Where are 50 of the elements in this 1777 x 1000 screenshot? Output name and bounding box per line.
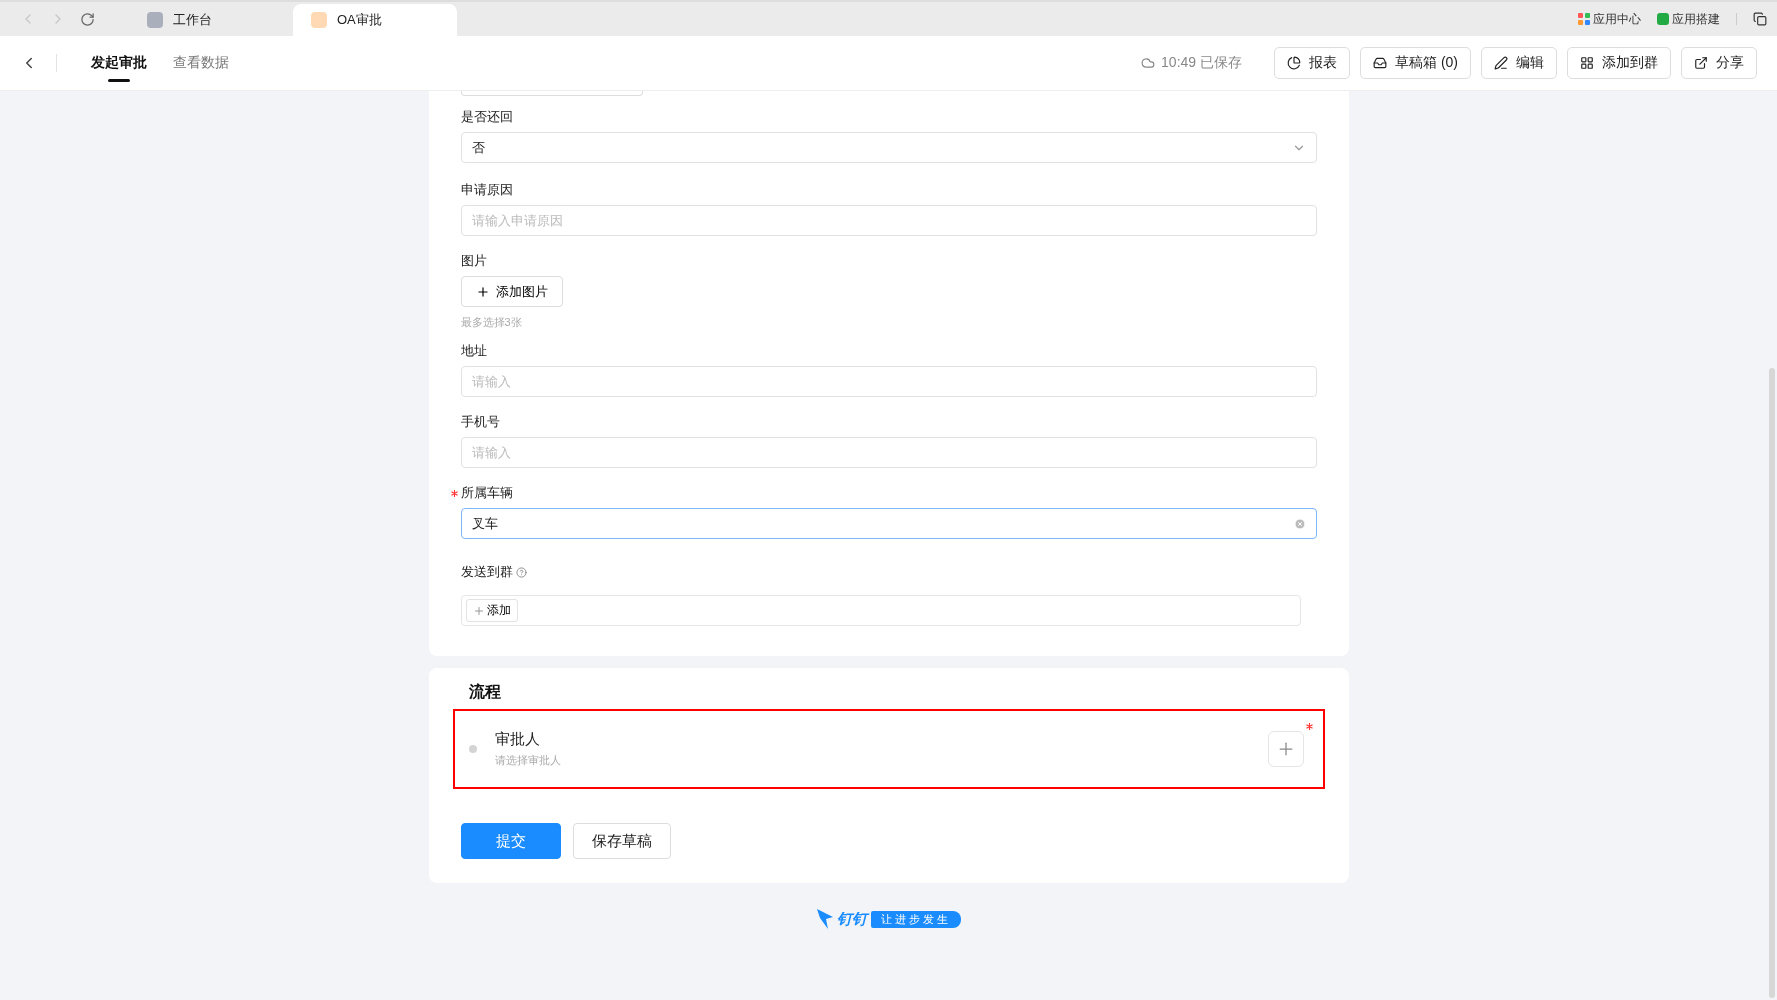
dot-icon: [468, 745, 477, 753]
field-label: 手机号: [460, 413, 500, 431]
input-field[interactable]: [460, 91, 643, 96]
save-draft-button[interactable]: 保存草稿: [572, 823, 671, 859]
hint-text: 最多选择3张: [460, 315, 523, 330]
approver-row[interactable]: 审批人 请选择审批人: [452, 709, 1325, 789]
share-icon: [1694, 56, 1708, 70]
add-approver-button[interactable]: [1267, 731, 1304, 767]
toolbar-button[interactable]: 添加到群: [1567, 47, 1671, 79]
pie-chart-icon: [1287, 56, 1301, 70]
field-label: 申请原因: [460, 181, 513, 199]
logo-icon: [816, 909, 833, 929]
toolbar-button[interactable]: 报表: [1274, 47, 1350, 79]
inbox-icon: [1373, 56, 1387, 70]
add-button[interactable]: 添加: [465, 599, 518, 622]
browser-tab[interactable]: OA审批: [293, 4, 457, 36]
required-icon: [1305, 723, 1313, 730]
browser-tab[interactable]: 工作台: [129, 4, 293, 36]
group-field[interactable]: 添加: [460, 595, 1301, 626]
field-label: 地址: [460, 342, 487, 360]
select-field[interactable]: 否: [460, 132, 1317, 163]
toolbar-button[interactable]: 编辑: [1481, 47, 1557, 79]
approver-placeholder: 请选择审批人: [494, 753, 561, 768]
app-link[interactable]: 应用搭建: [1657, 10, 1720, 28]
page-tab[interactable]: 查看数据: [173, 36, 229, 90]
plus-icon: [475, 284, 490, 299]
window-icon[interactable]: [1753, 12, 1767, 26]
field-label: 发送到群: [460, 563, 513, 581]
cloud-icon: [1141, 56, 1156, 70]
grid-icon: [1578, 13, 1590, 25]
required-icon: [450, 489, 458, 497]
add-image-button[interactable]: 添加图片: [460, 276, 563, 307]
slogan: 让进步发生: [870, 910, 961, 928]
section-title: 流程: [468, 682, 502, 702]
refresh-icon[interactable]: [80, 11, 95, 27]
grid-icon: [1580, 56, 1594, 70]
field-label: 所属车辆: [460, 484, 513, 502]
pen-icon: [1494, 56, 1508, 70]
input-field[interactable]: 叉车: [460, 508, 1317, 539]
save-status: 10:49 已保存: [1161, 54, 1242, 72]
app-link[interactable]: 应用中心: [1578, 10, 1641, 28]
clear-icon[interactable]: [1293, 517, 1306, 530]
field-label: 是否还回: [460, 108, 513, 126]
toolbar-button[interactable]: 分享: [1681, 47, 1757, 79]
field-label: 图片: [460, 252, 487, 270]
toolbar-button[interactable]: 草稿箱 (0): [1360, 47, 1471, 79]
plus-icon: [472, 604, 485, 617]
help-icon[interactable]: [515, 566, 527, 578]
approver-label: 审批人: [494, 730, 541, 749]
page-tab[interactable]: 发起审批: [91, 36, 147, 90]
